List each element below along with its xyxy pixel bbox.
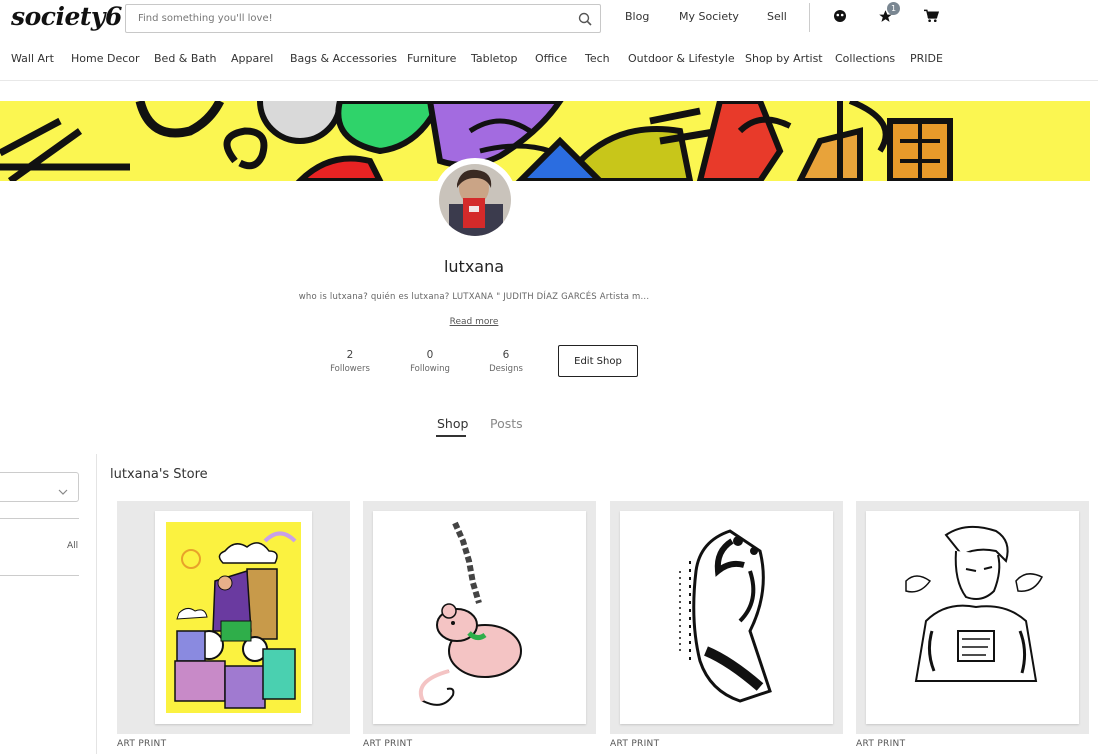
tab-posts[interactable]: Posts (490, 416, 523, 431)
stat-label: Following (410, 364, 450, 374)
product-card[interactable] (610, 501, 843, 734)
product-image[interactable] (866, 511, 1079, 724)
nav-collections[interactable]: Collections (835, 52, 895, 65)
account-icon[interactable] (831, 7, 849, 25)
edit-shop-button[interactable]: Edit Shop (558, 345, 638, 377)
profile-bio: who is lutxana? quién es lutxana? LUTXAN… (298, 292, 650, 302)
sidebar-divider (0, 575, 79, 576)
stat-followers[interactable]: 2 Followers (320, 349, 380, 374)
stat-value: 0 (426, 349, 434, 361)
product-image[interactable] (155, 511, 312, 724)
blog-link[interactable]: Blog (625, 10, 649, 23)
profile-avatar[interactable] (433, 158, 517, 242)
nav-wall-art[interactable]: Wall Art (11, 52, 54, 65)
cart-icon[interactable] (922, 7, 940, 25)
nav-outdoor-lifestyle[interactable]: Outdoor & Lifestyle (628, 52, 735, 65)
header-divider (809, 3, 810, 32)
chevron-down-icon (58, 482, 68, 501)
nav-furniture[interactable]: Furniture (407, 52, 456, 65)
product-card[interactable] (363, 501, 596, 734)
nav-bed-bath[interactable]: Bed & Bath (154, 52, 216, 65)
read-more-link[interactable]: Read more (0, 317, 948, 327)
stat-following[interactable]: 0 Following (400, 349, 460, 374)
product-card[interactable] (856, 501, 1089, 734)
product-image[interactable] (620, 511, 833, 724)
product-type-label: ART PRINT (363, 739, 413, 749)
stat-value: 2 (346, 349, 354, 361)
category-nav: Wall Art Home Decor Bed & Bath Apparel B… (0, 50, 1098, 68)
product-type-label: ART PRINT (117, 739, 167, 749)
active-tab-indicator (436, 435, 466, 437)
profile-username: lutxana (443, 257, 505, 276)
tab-shop[interactable]: Shop (437, 416, 468, 431)
stat-label: Designs (489, 364, 523, 374)
sort-dropdown[interactable] (0, 472, 79, 502)
nav-tabletop[interactable]: Tabletop (471, 52, 517, 65)
store-title: lutxana's Store (110, 467, 208, 482)
nav-pride[interactable]: PRIDE (910, 52, 943, 65)
sell-link[interactable]: Sell (767, 10, 787, 23)
nav-home-decor[interactable]: Home Decor (71, 52, 140, 65)
stat-value: 6 (502, 349, 510, 361)
product-card[interactable] (117, 501, 350, 734)
sidebar-border (96, 454, 97, 754)
my-society-link[interactable]: My Society (679, 10, 739, 23)
sidebar-divider (0, 518, 79, 519)
society6-logo[interactable]: society6 (11, 2, 122, 31)
wishlist-count-badge: 1 (887, 2, 900, 15)
nav-office[interactable]: Office (535, 52, 567, 65)
product-type-label: ART PRINT (610, 739, 660, 749)
filter-all-option[interactable]: All (67, 541, 78, 551)
nav-tech[interactable]: Tech (585, 52, 610, 65)
nav-shop-by-artist[interactable]: Shop by Artist (745, 52, 823, 65)
stat-label: Followers (330, 364, 370, 374)
search-bar[interactable] (125, 4, 601, 33)
nav-divider (0, 80, 1098, 81)
search-input[interactable] (126, 5, 570, 32)
product-type-label: ART PRINT (856, 739, 906, 749)
profile-banner (0, 101, 1090, 181)
nav-apparel[interactable]: Apparel (231, 52, 273, 65)
product-image[interactable] (373, 511, 586, 724)
search-icon[interactable] (570, 5, 600, 32)
stat-designs[interactable]: 6 Designs (476, 349, 536, 374)
nav-bags-accessories[interactable]: Bags & Accessories (290, 52, 397, 65)
